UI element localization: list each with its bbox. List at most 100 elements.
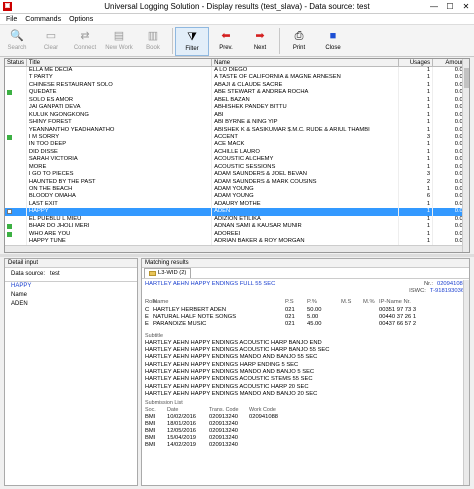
menu-file[interactable]: File xyxy=(6,16,17,23)
table-row[interactable]: I M SORRY ACCENT 3 0.00 xyxy=(5,133,469,142)
table-row[interactable]: HAPPY ADEN 1 0.00 xyxy=(5,208,469,216)
usages-cell: 1 xyxy=(399,141,434,149)
connect-icon: ⇄ xyxy=(80,30,90,42)
title-cell: EL PUEBLU L MIEU xyxy=(27,215,213,224)
usages-cell: 1 xyxy=(399,89,434,97)
col-header-status[interactable]: Status xyxy=(5,59,27,66)
subtitle-item: HARTLEY AEHN HAPPY ENDINGS ACOUSTIC HARP… xyxy=(145,383,309,390)
title-cell: ELLA ME DECIA xyxy=(27,67,213,75)
usages-cell: 1 xyxy=(399,223,434,231)
name-cell: ADAM YOUNG xyxy=(212,186,400,194)
status-cell xyxy=(5,67,27,75)
table-row[interactable]: SOLO ES AMOR ABEL BAZAN 1 0.00 xyxy=(5,96,469,105)
minimize-icon[interactable]: — xyxy=(426,0,442,13)
table-row[interactable]: LAST EXIT ADAURY MOTHE 1 0.00 xyxy=(5,200,469,209)
table-row[interactable]: SARAH VICTORIA ACOUSTIC ALCHEMY 1 0.00 xyxy=(5,156,469,164)
close-label: Close xyxy=(325,45,341,51)
submission-cell: 020913240 xyxy=(209,435,239,442)
party-cell: HARTLEY HERBERT ADEN xyxy=(153,306,227,313)
name-cell: ADIZION ETILIKA xyxy=(212,215,400,224)
submission-cell: BMI xyxy=(145,414,156,421)
table-row[interactable]: IN TOO DEEP ACE MACK 1 0.00 xyxy=(5,141,469,149)
table-row[interactable]: SHINY FOREST ABI BYRNE & NING YIP 1 0.00 xyxy=(5,119,469,127)
table-row[interactable]: KULUK NGONGKONG ABI 1 0.00 xyxy=(5,111,469,120)
book-icon: ▥ xyxy=(147,30,159,42)
status-cell xyxy=(5,133,27,142)
table-row[interactable]: T PARTY A TASTE OF CALIFORNIA & MAGNE ARN… xyxy=(5,74,469,82)
toolbar: 🔍 Search ▭ Clear ⇄ Connect ▤ New Work ▥ Book ⧩ Filt… xyxy=(0,25,474,57)
nr-label: Nr.: xyxy=(423,281,433,287)
party-cell: E xyxy=(145,314,149,320)
name-cell: ACOUSTIC ALCHEMY xyxy=(212,156,400,164)
menu-options[interactable]: Options xyxy=(69,16,93,23)
table-row[interactable]: BHAR DO JHOLI MERI ADNAN SAMI & KAUSAR MU… xyxy=(5,223,469,231)
table-row[interactable]: BLOODY OMAHA ADAM YOUNG 6 0.00 xyxy=(5,193,469,201)
name-cell: ABI BYRNE & NING YIP xyxy=(212,119,400,127)
party-header: P.% xyxy=(307,299,317,306)
print-button[interactable]: ⎙ Print xyxy=(282,27,316,56)
col-header-name[interactable]: Name xyxy=(212,59,400,66)
grid-vertical-scrollbar[interactable] xyxy=(462,59,469,252)
panel-splitter[interactable] xyxy=(0,254,474,257)
table-row[interactable]: MORE ACOUSTIC SESSIONS 1 0.00 xyxy=(5,163,469,172)
maximize-icon[interactable]: ☐ xyxy=(442,0,458,13)
usages-cell: 1 xyxy=(399,111,434,120)
submission-cell: 020913240 xyxy=(209,442,239,449)
status-cell xyxy=(5,208,27,216)
name-cell: ADAM SAUNDERS & MARK COUSINS xyxy=(212,178,400,186)
usages-cell: 3 xyxy=(399,133,434,142)
table-row[interactable]: EL PUEBLU L MIEU ADIZION ETILIKA 1 0.00 xyxy=(5,215,469,224)
party-cell: 021 xyxy=(285,321,295,328)
submission-cell xyxy=(249,435,279,442)
submission-cell: 020913240 xyxy=(209,428,239,435)
name-cell: ADAURY MOTHE xyxy=(212,200,400,209)
usages-cell: 1 xyxy=(399,148,434,157)
close-button[interactable]: ■ Close xyxy=(316,27,350,56)
menu-bar: File Commands Options xyxy=(0,14,474,25)
new-work-button[interactable]: ▤ New Work xyxy=(102,27,136,56)
scroll-thumb[interactable] xyxy=(464,68,469,88)
table-row[interactable]: HAUNTED BY THE PAST ADAM SAUNDERS & MARK … xyxy=(5,178,469,186)
table-row[interactable]: JAI GANPATI DEVA ABHISHEK PANDEY BITTU 1 0.… xyxy=(5,104,469,112)
book-button[interactable]: ▥ Book xyxy=(136,27,170,56)
party-cell: C xyxy=(145,306,150,313)
prev-button[interactable]: ⬅ Prev. xyxy=(209,27,243,56)
grid-horizontal-scrollbar[interactable] xyxy=(5,245,462,252)
usages-cell: 1 xyxy=(399,96,434,105)
status-cell xyxy=(5,223,27,231)
table-row[interactable]: I GO TO PIECES ADAM SAUNDERS & JOEL BEVAN… xyxy=(5,171,469,179)
col-header-title[interactable]: Title xyxy=(27,59,213,66)
table-row[interactable]: ON THE BEACH ADAM YOUNG 1 0.00 xyxy=(5,186,469,194)
title-cell: JAI GANPATI DEVA xyxy=(27,104,213,112)
table-row[interactable]: WHO ARE YOU ADOREEI 1 0.00 xyxy=(5,230,469,239)
detail-input-panel: Detail input Data source: test HAPPY Name… xyxy=(4,258,138,486)
title-cell: I M SORRY xyxy=(27,133,213,142)
tab-l3-wid[interactable]: L3-WID (2) xyxy=(144,268,192,278)
close-window-icon[interactable]: ✕ xyxy=(458,0,474,13)
party-header: P.S xyxy=(285,299,294,306)
table-row[interactable]: QUEDATE ABE STEWART & ANDREA ROCHA 1 0.00 xyxy=(5,89,469,97)
results-grid[interactable]: Status Title Name Usages Amount ELLA ME … xyxy=(4,58,470,253)
usages-cell: 1 xyxy=(399,104,434,112)
usages-cell: 1 xyxy=(399,230,434,239)
party-cell: 021 xyxy=(285,306,295,313)
submission-cell: 18/01/2016 xyxy=(167,421,197,428)
filter-label: Filter xyxy=(185,46,199,52)
table-row[interactable]: ELLA ME DECIA A LO DIEGO 1 0.00 xyxy=(5,67,469,75)
col-header-usages[interactable]: Usages xyxy=(399,59,434,66)
table-row[interactable]: YEANNANTHO YEADHANATHO ABISHEK K & SASIKU… xyxy=(5,126,469,134)
clear-button[interactable]: ▭ Clear xyxy=(34,27,68,56)
next-button[interactable]: ➡ Next xyxy=(243,27,277,56)
name-cell: ADOREEI xyxy=(212,230,400,239)
title-cell: HAPPY xyxy=(27,208,213,216)
table-row[interactable]: CHINESE RESTAURANT SOLO ABAJI & CLAUDE SA… xyxy=(5,81,469,90)
search-button[interactable]: 🔍 Search xyxy=(0,27,34,56)
filter-button[interactable]: ⧩ Filter xyxy=(175,27,209,56)
table-row[interactable]: DID DISSE ACHILLE LAURO 1 0.00 xyxy=(5,148,469,157)
matching-vertical-scrollbar[interactable] xyxy=(463,280,469,485)
submission-row: BMI 18/01/2016 020913240 xyxy=(145,421,466,428)
status-cell xyxy=(5,89,27,97)
menu-commands[interactable]: Commands xyxy=(25,16,61,23)
connect-button[interactable]: ⇄ Connect xyxy=(68,27,102,56)
filter-icon: ⧩ xyxy=(187,31,197,43)
